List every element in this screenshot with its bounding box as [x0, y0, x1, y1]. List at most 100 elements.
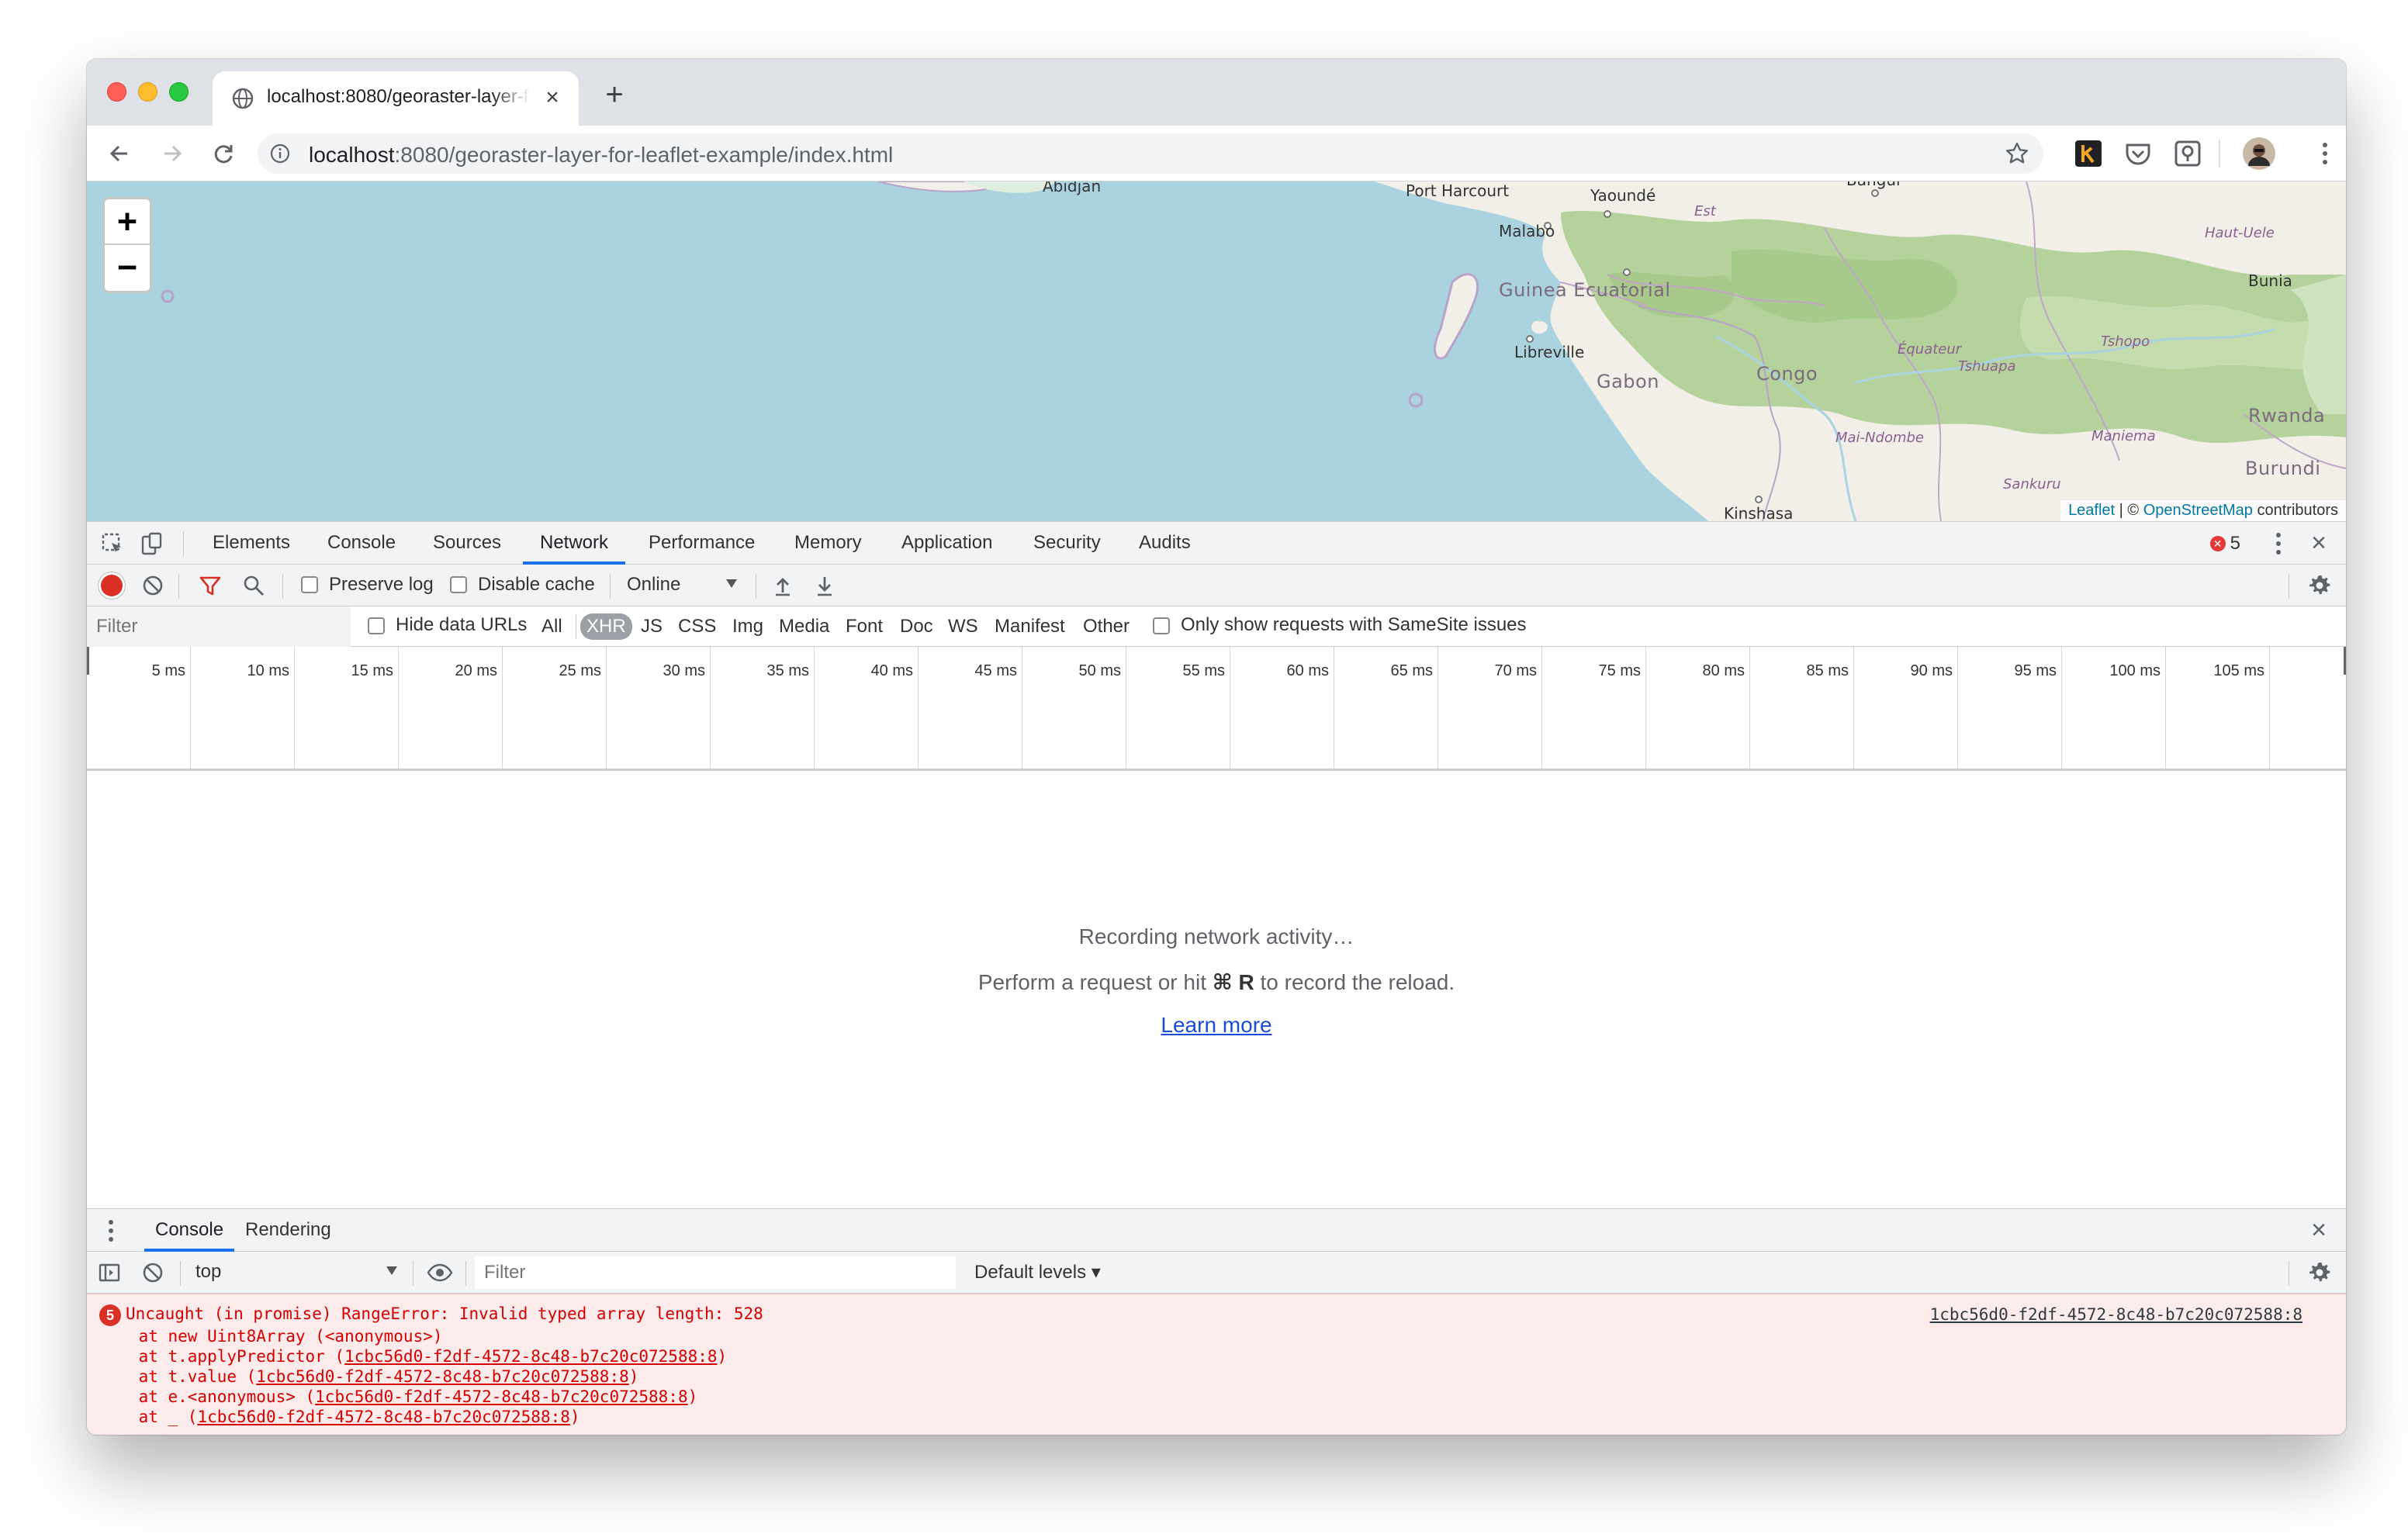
- timeline-column: 5 ms: [87, 647, 191, 769]
- tab-memory[interactable]: Memory: [794, 522, 862, 565]
- browser-menu-icon[interactable]: [2321, 141, 2329, 166]
- site-info-icon[interactable]: [270, 143, 290, 164]
- type-filter-doc[interactable]: Doc: [897, 613, 936, 640]
- leaflet-map[interactable]: + − Abidjan Port Harcourt Yaoundé Malabo…: [87, 181, 2346, 521]
- zoom-in-button[interactable]: +: [105, 199, 150, 245]
- timeline-tick-label: 80 ms: [1702, 662, 1745, 679]
- network-filter-input[interactable]: [87, 606, 351, 647]
- map-region-label: Tshopo: [2101, 333, 2150, 350]
- error-source-link[interactable]: 1cbc56d0-f2df-4572-8c48-b7c20c072588:8: [1930, 1305, 2302, 1324]
- preserve-log-label: Preserve log: [329, 574, 434, 595]
- tab-application[interactable]: Application: [901, 522, 992, 565]
- stack-frame-link[interactable]: 1cbc56d0-f2df-4572-8c48-b7c20c072588:8: [197, 1408, 569, 1426]
- type-filter-img[interactable]: Img: [729, 613, 766, 640]
- osm-link[interactable]: OpenStreetMap: [2143, 502, 2253, 519]
- console-sidebar-icon[interactable]: [98, 1261, 121, 1284]
- console-settings-gear-icon[interactable]: [2307, 1260, 2332, 1285]
- tab-title: localhost:8080/georaster-layer-for-leafl…: [267, 86, 531, 107]
- tab-security[interactable]: Security: [1033, 522, 1101, 565]
- new-tab-button[interactable]: +: [599, 79, 630, 112]
- devtools-menu-icon[interactable]: [2275, 531, 2282, 556]
- toolbar-divider: [180, 1261, 181, 1286]
- samesite-label: Only show requests with SameSite issues: [1181, 614, 1527, 635]
- map-region-label: Est: [1694, 203, 1716, 219]
- console-error-message[interactable]: 5 Uncaught (in promise) RangeError: Inval…: [99, 1304, 763, 1427]
- address-bar[interactable]: localhost:8080/georaster-layer-for-leafl…: [258, 133, 2043, 174]
- type-filter-xhr[interactable]: XHR: [580, 613, 632, 640]
- tab-network[interactable]: Network: [523, 522, 626, 565]
- browser-tab[interactable]: localhost:8080/georaster-layer-for-leafl…: [213, 71, 579, 126]
- clear-console-icon[interactable]: [141, 1261, 164, 1284]
- network-overview-timeline[interactable]: 5 ms 10 ms 15 ms 20 ms 25 ms 30 ms 35 ms 40 ms 4…: [87, 647, 2346, 771]
- learn-more-link[interactable]: Learn more: [87, 1013, 2346, 1038]
- record-button[interactable]: [101, 575, 123, 596]
- preserve-log-checkbox[interactable]: [301, 576, 318, 593]
- tab-close-icon[interactable]: ×: [540, 85, 565, 110]
- map-country-label: Congo: [1756, 363, 1818, 385]
- type-filter-all[interactable]: All: [538, 613, 566, 640]
- tab-console[interactable]: Console: [327, 522, 396, 565]
- stack-frame-link[interactable]: 1cbc56d0-f2df-4572-8c48-b7c20c072588:8: [256, 1367, 628, 1386]
- type-filter-other[interactable]: Other: [1080, 613, 1133, 640]
- pocket-icon[interactable]: [2123, 138, 2154, 169]
- zoom-out-button[interactable]: −: [105, 245, 150, 291]
- back-icon[interactable]: [106, 140, 133, 168]
- type-filter-manifest[interactable]: Manifest: [991, 613, 1068, 640]
- throttling-select[interactable]: Online: [627, 574, 680, 596]
- disable-cache-checkbox[interactable]: [450, 576, 467, 593]
- export-har-icon[interactable]: [813, 574, 836, 597]
- timeline-tick-label: 100 ms: [2109, 662, 2161, 679]
- live-expression-eye-icon[interactable]: [427, 1261, 453, 1284]
- console-filter-input[interactable]: [475, 1256, 956, 1289]
- profile-avatar[interactable]: [2242, 136, 2276, 171]
- samesite-checkbox[interactable]: [1153, 617, 1170, 634]
- devtools-close-icon[interactable]: ×: [2306, 530, 2332, 556]
- timeline-tick-label: 35 ms: [766, 662, 809, 679]
- drawer-tab-rendering[interactable]: Rendering: [245, 1209, 331, 1252]
- window-close-button[interactable]: [107, 82, 126, 102]
- type-filter-ws[interactable]: WS: [945, 613, 981, 640]
- timeline-column: 10 ms: [191, 647, 295, 769]
- type-filter-css[interactable]: CSS: [675, 613, 719, 640]
- tab-sources[interactable]: Sources: [433, 522, 501, 565]
- tab-performance[interactable]: Performance: [649, 522, 755, 565]
- search-icon[interactable]: [242, 574, 265, 597]
- k-extension-icon[interactable]: [2073, 138, 2104, 169]
- type-filter-font[interactable]: Font: [842, 613, 886, 640]
- device-toolbar-icon[interactable]: [140, 532, 163, 555]
- reload-icon[interactable]: [209, 140, 237, 168]
- stack-frame-link[interactable]: 1cbc56d0-f2df-4572-8c48-b7c20c072588:8: [344, 1347, 717, 1366]
- network-empty-state: Recording network activity… Perform a re…: [87, 771, 2346, 1208]
- drawer-tab-console[interactable]: Console: [144, 1209, 235, 1252]
- hide-data-urls-checkbox[interactable]: [368, 617, 385, 634]
- map-city-label: Port Harcourt: [1406, 181, 1510, 200]
- lightbulb-extension-icon[interactable]: [2172, 138, 2203, 169]
- stack-frame-link[interactable]: 1cbc56d0-f2df-4572-8c48-b7c20c072588:8: [315, 1387, 687, 1406]
- timeline-tick-label: 15 ms: [351, 662, 393, 679]
- leaflet-link[interactable]: Leaflet: [2068, 502, 2115, 519]
- import-har-icon[interactable]: [771, 574, 794, 597]
- window-minimize-button[interactable]: [138, 82, 157, 102]
- toolbar-divider: [610, 574, 611, 599]
- clear-icon[interactable]: [141, 574, 164, 597]
- type-filter-media[interactable]: Media: [776, 613, 832, 640]
- attribution-separator: | ©: [2115, 502, 2143, 519]
- drawer-menu-icon[interactable]: [107, 1218, 115, 1243]
- map-region-label: Maniema: [2091, 428, 2156, 444]
- drawer-close-icon[interactable]: ×: [2306, 1217, 2332, 1243]
- context-select[interactable]: top: [195, 1261, 221, 1283]
- error-counter[interactable]: ✕ 5: [2209, 533, 2240, 555]
- filter-icon[interactable]: [199, 574, 222, 597]
- network-settings-gear-icon[interactable]: [2307, 573, 2332, 598]
- bookmark-star-icon[interactable]: [2005, 141, 2029, 166]
- type-filter-js[interactable]: JS: [638, 613, 666, 640]
- tab-elements[interactable]: Elements: [213, 522, 290, 565]
- learn-more-text[interactable]: Learn more: [1161, 1013, 1271, 1037]
- inspect-element-icon[interactable]: [101, 532, 124, 555]
- window-zoom-button[interactable]: [169, 82, 189, 102]
- timeline-column: 95 ms: [1958, 647, 2062, 769]
- forward-icon[interactable]: [158, 140, 186, 168]
- tab-audits[interactable]: Audits: [1139, 522, 1191, 565]
- url-text[interactable]: localhost:8080/georaster-layer-for-leafl…: [309, 143, 893, 168]
- log-levels-select[interactable]: Default levels ▾: [974, 1261, 1101, 1284]
